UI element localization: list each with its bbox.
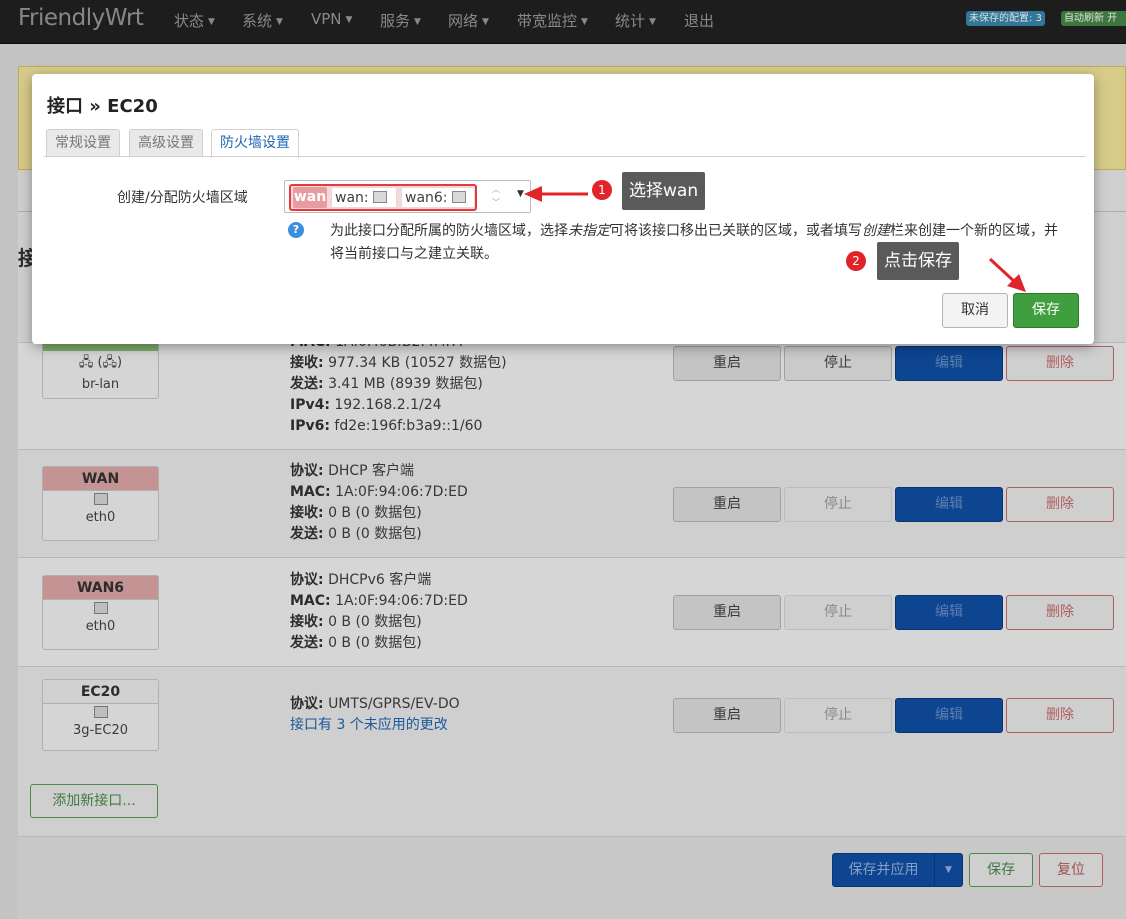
arrow-head <box>524 186 542 202</box>
annotation-arrows <box>524 186 1026 292</box>
annotation-step-2: 2 <box>846 251 866 271</box>
annotation-label-2: 点击保存 <box>877 242 959 280</box>
arrow-to-save <box>988 257 1018 285</box>
annotation-step-1: 1 <box>592 180 612 200</box>
annotation-label-1: 选择wan <box>622 172 706 210</box>
